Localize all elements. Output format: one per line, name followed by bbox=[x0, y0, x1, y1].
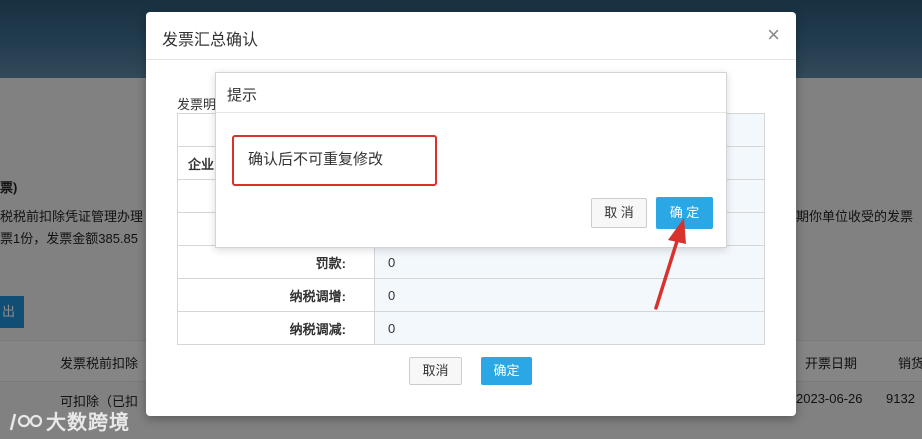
modal-header: 发票汇总确认 × bbox=[146, 12, 796, 60]
row-value: 0 bbox=[374, 278, 765, 312]
row-label: 罚款: bbox=[177, 245, 375, 279]
modal-title: 发票汇总确认 bbox=[162, 32, 259, 49]
watermark-logo-icon bbox=[9, 413, 43, 431]
modal-confirm-button[interactable]: 确定 bbox=[481, 357, 532, 385]
row-label: 纳税调减: bbox=[177, 311, 375, 345]
prompt-header: 提示 bbox=[216, 73, 726, 113]
prompt-title: 提示 bbox=[227, 87, 258, 104]
modal-cancel-button[interactable]: 取消 bbox=[409, 357, 462, 385]
annotation-arrow-icon bbox=[654, 218, 686, 310]
section-label: 发票明 bbox=[177, 97, 217, 112]
watermark-text: 大数跨境 bbox=[46, 412, 130, 434]
prompt-cancel-button[interactable]: 取 消 bbox=[591, 198, 647, 228]
table-row: 纳税调减: 0 bbox=[177, 311, 765, 345]
close-icon[interactable]: × bbox=[767, 24, 780, 46]
highlight-box bbox=[232, 135, 437, 186]
row-label: 纳税调增: bbox=[177, 278, 375, 312]
row-value: 0 bbox=[374, 311, 765, 345]
row-label: 企业 bbox=[188, 156, 215, 172]
row-value: 0 bbox=[374, 245, 765, 279]
